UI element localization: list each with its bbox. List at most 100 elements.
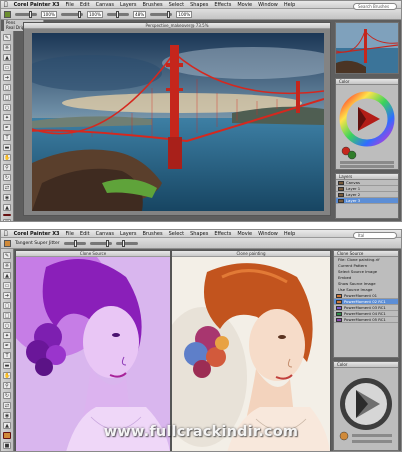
layer-adjuster-icon[interactable]: ➔ [3,292,11,299]
size-value[interactable]: 100% [41,10,57,18]
screenshot-painter-golden-gate:  Corel Painter X3 File Edit Canvas Laye… [0,0,402,222]
menu-brushes[interactable]: Brushes [143,2,163,8]
app-name[interactable]: Corel Painter X3 [14,2,60,8]
source-thumbnail-icon [336,300,342,304]
menu-edit[interactable]: Edit [80,231,90,237]
main-color-chip-icon[interactable] [3,214,11,216]
brush-search-input[interactable]: Search Brushes [353,3,397,10]
magic-wand-icon[interactable]: ✦ [3,332,11,339]
toolbox: ✎ ※ ▲ ▭ ➔ ▢ □ ○ ✦ ✒ T ▬ ✋ ⚲ ↻ ⇄ ◉ ▲ ■ [1,31,14,221]
rotate-page-icon[interactable]: ↻ [3,174,11,181]
menu-movie[interactable]: Movie [237,2,252,8]
menu-layers[interactable]: Layers [120,231,137,237]
transform-tool-icon[interactable]: ▢ [3,302,11,309]
eraser-tool-icon[interactable]: ▭ [3,282,11,289]
grain-slider[interactable] [106,10,129,18]
bleed-slider[interactable] [150,10,173,18]
brush-tool-icon[interactable]: ✎ [3,252,11,259]
grain-value[interactable]: 48% [132,10,147,18]
shape-tool-icon[interactable]: ▬ [3,362,11,369]
shape-tool-icon[interactable]: ▬ [3,144,11,151]
color-panel: Color [335,78,399,170]
source-name: PowerMoment 01 [344,293,378,298]
clone-source-row[interactable]: PowerMoment 05 RC1 [334,317,398,323]
pen-tool-icon[interactable]: ✒ [3,124,11,131]
bleed-value[interactable]: 100% [176,10,193,18]
color-wheel-icon[interactable] [336,85,398,169]
apple-menu-icon[interactable]:  [4,230,8,237]
crop-tool-icon[interactable]: □ [3,312,11,319]
main-color-swatch[interactable] [4,10,11,18]
app-name[interactable]: Corel Painter X3 [14,231,60,237]
menu-select[interactable]: Select [169,231,184,237]
perspective-grid-icon[interactable]: ▲ [3,204,11,211]
paint-bucket-icon[interactable]: ▲ [3,272,11,279]
clone-source-panel: Clone Source File: Clone painting.rif Cu… [333,250,399,358]
size-slider[interactable] [15,10,37,18]
rotate-page-icon[interactable]: ↻ [3,392,11,399]
menu-help[interactable]: Help [284,2,295,8]
menu-help[interactable]: Help [284,231,295,237]
grabber-tool-icon[interactable]: ✋ [3,372,11,379]
clone-tool-icon[interactable]: ◉ [3,412,11,419]
layer-name: Canvas [346,180,360,185]
clone-tool-icon[interactable]: ◉ [3,194,11,201]
menu-canvas[interactable]: Canvas [96,2,114,8]
magnifier-tool-icon[interactable]: ⚲ [3,382,11,389]
mirror-painting-icon[interactable]: ⇄ [3,402,11,409]
dropper-tool-icon[interactable]: ※ [3,44,11,51]
document-title: Perspective_makeover@ 73.5% [24,23,330,29]
eraser-tool-icon[interactable]: ▭ [3,64,11,71]
brush-search-input[interactable]: Ital [353,232,397,239]
golden-gate-painting [32,33,324,211]
brush-tool-icon[interactable]: ✎ [3,34,11,41]
mirror-painting-icon[interactable]: ⇄ [3,184,11,191]
menu-shapes[interactable]: Shapes [190,231,208,237]
menu-window[interactable]: Window [258,2,278,8]
layer-adjuster-icon[interactable]: ➔ [3,74,11,81]
crop-tool-icon[interactable]: □ [3,94,11,101]
dropper-tool-icon[interactable]: ※ [3,262,11,269]
menu-effects[interactable]: Effects [214,2,231,8]
opacity-slider[interactable] [89,239,112,247]
menu-effects[interactable]: Effects [214,231,231,237]
clone-source-canvas[interactable] [16,257,170,451]
magnifier-tool-icon[interactable]: ⚲ [3,164,11,171]
text-tool-icon[interactable]: T [3,134,11,141]
menu-layers[interactable]: Layers [120,2,137,8]
paint-bucket-icon[interactable]: ▲ [3,54,11,61]
menu-shapes[interactable]: Shapes [190,2,208,8]
menu-file[interactable]: File [66,2,74,8]
paper-selector-icon[interactable]: ■ [3,219,11,221]
opacity-slider[interactable] [60,10,83,18]
clone-painting-canvas[interactable] [172,257,330,451]
main-color-swatch[interactable] [4,239,11,247]
grabber-tool-icon[interactable]: ✋ [3,154,11,161]
menu-select[interactable]: Select [169,2,184,8]
menu-edit[interactable]: Edit [80,2,90,8]
brush-variant-label[interactable]: Tangent Super Jitter [15,241,60,246]
menu-movie[interactable]: Movie [237,231,252,237]
navigator-thumbnail[interactable] [335,23,399,73]
transform-tool-icon[interactable]: ▢ [3,84,11,91]
opacity-value[interactable]: 100% [86,10,103,18]
lasso-tool-icon[interactable]: ○ [3,322,11,329]
bridge-canvas[interactable] [32,33,324,211]
source-thumbnail-icon [336,306,342,310]
layer-row-selected[interactable]: Layer 3 [336,198,398,204]
menu-brushes[interactable]: Brushes [143,231,163,237]
grain-slider[interactable] [115,239,138,247]
layers-panel: Layers Canvas Layer 1 Layer 2 Layer 3 [335,173,399,219]
source-name: PowerMoment 02 RC1 [344,299,386,304]
menu-canvas[interactable]: Canvas [96,231,114,237]
paper-selector-icon[interactable]: ■ [3,442,11,449]
text-tool-icon[interactable]: T [3,352,11,359]
apple-menu-icon[interactable]:  [4,1,8,8]
lasso-tool-icon[interactable]: ○ [3,104,11,111]
menu-window[interactable]: Window [258,231,278,237]
layer-name: Layer 2 [346,192,361,197]
menu-file[interactable]: File [66,231,74,237]
magic-wand-icon[interactable]: ✦ [3,114,11,121]
pen-tool-icon[interactable]: ✒ [3,342,11,349]
size-slider[interactable] [63,239,86,247]
